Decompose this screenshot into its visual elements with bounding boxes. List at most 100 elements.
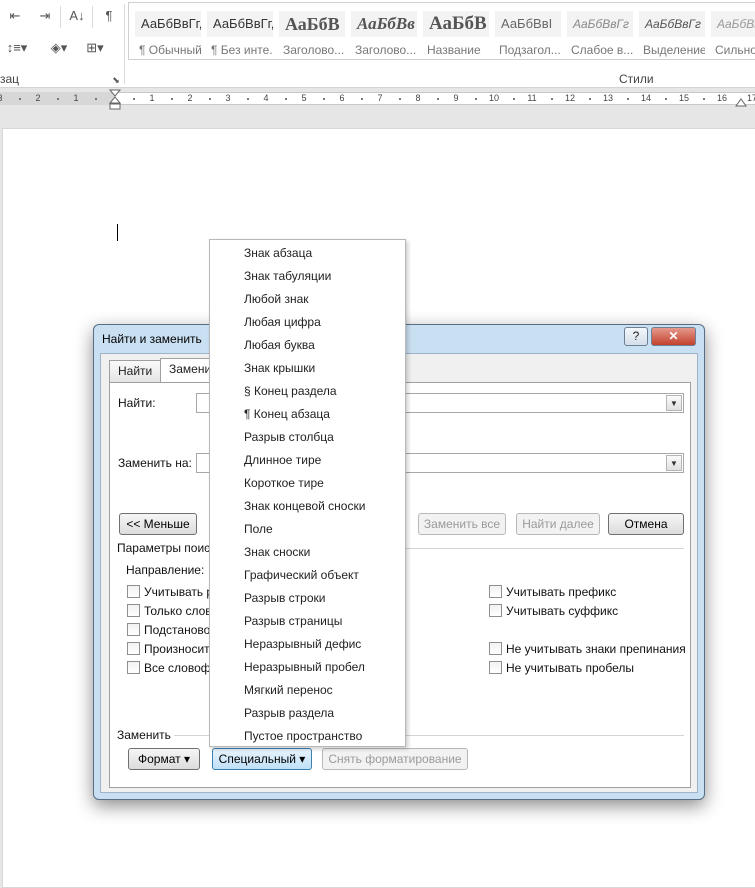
wildcards-label: Подстановоч [144, 623, 217, 637]
right-indent-marker-icon[interactable] [735, 96, 747, 108]
ruler-tick [513, 98, 515, 100]
style-name: Заголово... [283, 43, 345, 57]
menu-item-white-space[interactable]: Пустое пространство [244, 729, 362, 743]
tab-find[interactable]: Найти [109, 360, 162, 382]
text-cursor [117, 224, 118, 241]
ignore-punctuation-checkbox[interactable] [489, 642, 502, 655]
menu-item-optional-hyphen[interactable]: Мягкий перенос [244, 683, 333, 697]
style-tile-subtitle[interactable]: АаБбВвІ Подзагол... [493, 9, 561, 57]
wildcards-checkbox[interactable] [127, 623, 140, 636]
sort-icon[interactable]: A↓ [68, 8, 86, 24]
borders-icon[interactable]: ⊞▾ [80, 40, 110, 56]
style-name: Выделение [643, 43, 705, 57]
help-button[interactable]: ? [624, 327, 648, 346]
close-button[interactable]: ✕ [651, 327, 696, 346]
shading-icon[interactable]: ◈▾ [44, 40, 74, 56]
ruler-tick [665, 98, 667, 100]
menu-item-em-dash[interactable]: Длинное тире [244, 453, 321, 467]
special-button[interactable]: Специальный ▾ [212, 748, 312, 770]
style-tile-emphasis[interactable]: АаБбВвГг Выделение [637, 9, 705, 57]
menu-item-section-character[interactable]: § Конец раздела [244, 384, 337, 398]
ruler-tick-label: 1 [149, 93, 155, 103]
ruler-tick-label: 15 [678, 93, 689, 103]
style-tile-no-spacing[interactable]: АаБбВвГг, ¶ Без инте... [205, 9, 273, 57]
dialog-title: Найти и заменить [102, 332, 202, 346]
menu-item-field[interactable]: Поле [244, 522, 273, 536]
ruler-tick [399, 98, 401, 100]
menu-item-nonbreaking-hyphen[interactable]: Неразрывный дефис [244, 637, 361, 651]
match-suffix-checkbox[interactable] [489, 604, 502, 617]
format-button[interactable]: Формат ▾ [128, 748, 200, 770]
menu-item-line-break[interactable]: Разрыв строки [244, 591, 325, 605]
ruler-tick [589, 98, 591, 100]
match-suffix-label: Учитывать суффикс [506, 604, 619, 618]
ruler-tick-label: 7 [377, 93, 383, 103]
menu-item-paragraph-character[interactable]: ¶ Конец абзаца [244, 407, 330, 421]
dialog-launcher-icon[interactable]: ⬊ [110, 72, 122, 88]
style-tile-heading-1[interactable]: АаБбВ Заголово... [277, 9, 345, 57]
ruler-tick [323, 98, 325, 100]
match-prefix-checkbox[interactable] [489, 585, 502, 598]
style-tile-subtle-emphasis[interactable]: АаБбВвГг Слабое в... [565, 9, 633, 57]
menu-item-footnote-mark[interactable]: Знак сноски [244, 545, 310, 559]
all-word-forms-checkbox[interactable] [127, 661, 140, 674]
cancel-button[interactable]: Отмена [608, 513, 684, 535]
style-tile-intense-emphasis[interactable]: АаБбВвГг Сильно... [709, 9, 755, 57]
styles-gallery: АаБбВвГг, ¶ Обычный АаБбВвГг, ¶ Без инте… [128, 2, 755, 60]
chevron-down-icon[interactable]: ▼ [666, 395, 682, 411]
ruler-tick-label: 3 [225, 93, 231, 103]
match-prefix-label: Учитывать префикс [506, 585, 617, 599]
style-preview: АаБбВ [279, 11, 345, 37]
menu-item-section-break[interactable]: Разрыв раздела [244, 706, 334, 720]
menu-item-paragraph-mark[interactable]: Знак абзаца [244, 246, 312, 260]
style-preview: АаБбВвГг, [207, 11, 273, 37]
style-tile-normal[interactable]: АаБбВвГг, ¶ Обычный [133, 9, 201, 57]
chevron-down-icon[interactable]: ▼ [666, 455, 682, 471]
ignore-punctuation-label: Не учитывать знаки препинания [506, 642, 686, 656]
menu-item-tab-character[interactable]: Знак табуляции [244, 269, 331, 283]
style-name: ¶ Обычный [139, 43, 201, 57]
line-spacing-icon[interactable]: ↕≡▾ [4, 40, 30, 56]
menu-item-graphic[interactable]: Графический объект [244, 568, 359, 582]
ignore-spaces-checkbox[interactable] [489, 661, 502, 674]
style-preview: АаБбВ [423, 11, 489, 37]
style-tile-title[interactable]: АаБбВ Название [421, 9, 489, 57]
replace-all-button[interactable]: Заменить все [418, 513, 506, 535]
indent-marker-icon[interactable] [109, 88, 121, 110]
menu-item-any-letter[interactable]: Любая буква [244, 338, 315, 352]
whole-words-label: Только слово [144, 604, 219, 618]
horizontal-ruler[interactable]: 3 2 1 1 2 3 4 5 6 7 8 9 10 11 12 13 14 1… [0, 88, 755, 110]
increase-indent-icon[interactable]: ⇥ [36, 8, 54, 24]
menu-item-nonbreaking-space[interactable]: Неразрывный пробел [244, 660, 365, 674]
decrease-indent-icon[interactable]: ⇤ [6, 8, 24, 24]
ruler-tick [703, 98, 705, 100]
ruler-tick-label: 12 [564, 93, 575, 103]
style-tile-heading-2[interactable]: АаБбВв Заголово... [349, 9, 417, 57]
ignore-spaces-label: Не учитывать пробелы [506, 661, 634, 675]
ruler-tick-label: 1 [73, 93, 79, 103]
menu-item-page-break[interactable]: Разрыв страницы [244, 614, 342, 628]
menu-item-any-digit[interactable]: Любая цифра [244, 315, 321, 329]
ruler-tick-label: 3 [0, 93, 7, 103]
menu-item-en-dash[interactable]: Короткое тире [244, 476, 324, 490]
whole-words-checkbox[interactable] [127, 604, 140, 617]
find-next-button[interactable]: Найти далее [516, 513, 600, 535]
menu-item-any-character[interactable]: Любой знак [244, 292, 309, 306]
style-name: ¶ Без инте... [211, 43, 273, 57]
pilcrow-icon[interactable]: ¶ [100, 8, 118, 24]
style-name: Название [427, 43, 481, 57]
replace-section-label: Заменить [117, 728, 171, 742]
menu-item-caret-character[interactable]: Знак крышки [244, 361, 315, 375]
style-name: Слабое в... [571, 43, 633, 57]
no-formatting-button[interactable]: Снять форматирование [322, 748, 468, 770]
ruler-tick [437, 98, 439, 100]
ribbon-separator [124, 4, 125, 84]
less-button[interactable]: << Меньше [119, 513, 197, 535]
sounds-like-checkbox[interactable] [127, 642, 140, 655]
style-preview: АаБбВвГг, [135, 11, 201, 37]
menu-item-column-break[interactable]: Разрыв столбца [244, 430, 334, 444]
match-case-checkbox[interactable] [127, 585, 140, 598]
menu-item-endnote-mark[interactable]: Знак концевой сноски [244, 499, 365, 513]
style-preview: АаБбВвГг [567, 11, 633, 37]
style-name: Подзагол... [499, 43, 561, 57]
